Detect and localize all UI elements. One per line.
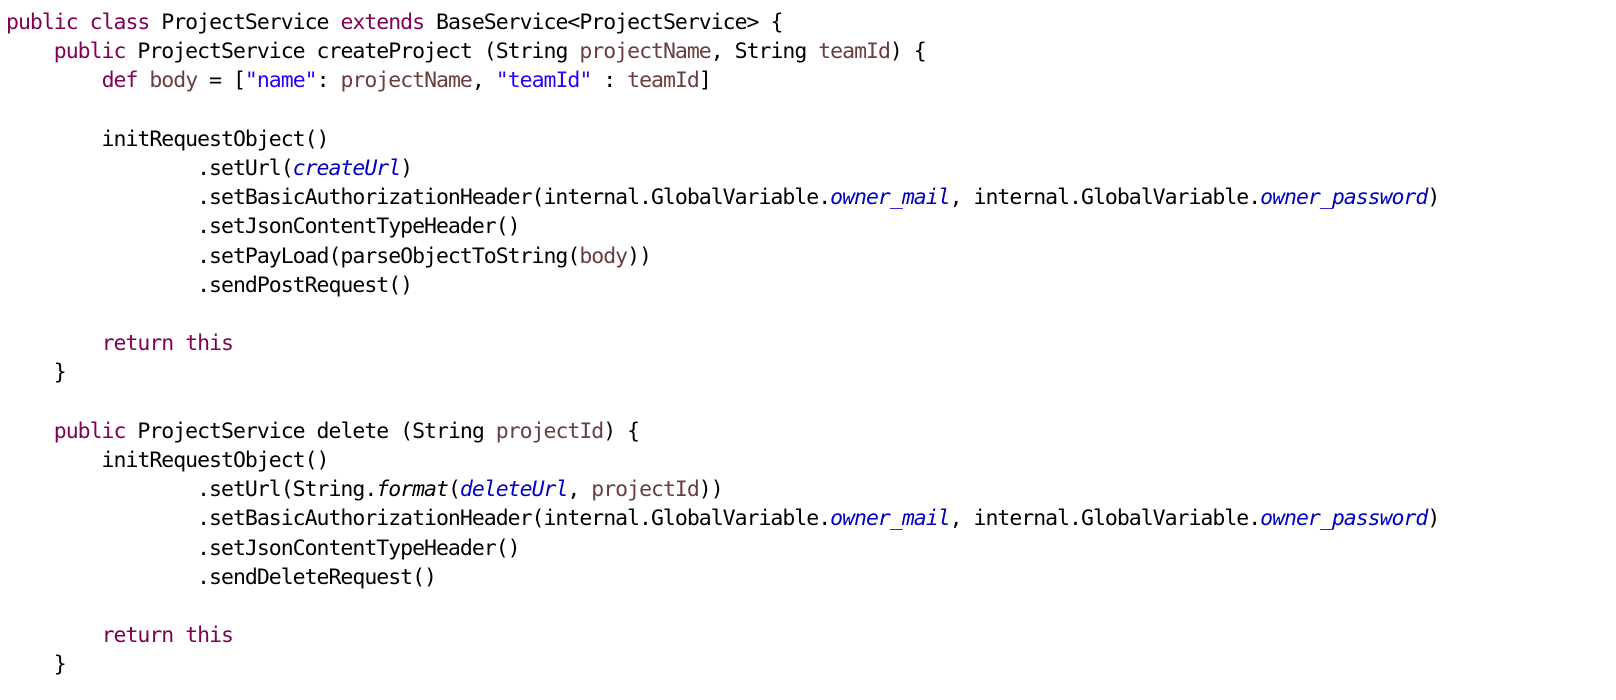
code-token-plain: :	[591, 68, 628, 94]
code-token-keyword: return	[101, 331, 175, 357]
code-line[interactable]: .setBasicAuthorizationHeader(internal.Gl…	[6, 183, 1440, 213]
code-token-variable: body	[579, 243, 628, 269]
code-line[interactable]: def body = ["name": projectName, "teamId…	[6, 66, 712, 96]
code-token-plain: }	[6, 360, 67, 386]
code-token-string: "teamId"	[495, 68, 593, 94]
code-line[interactable]: .setUrl(String.format(deleteUrl, project…	[6, 475, 724, 505]
code-token-plain: .setJsonContentTypeHeader()	[6, 535, 521, 561]
code-token-plain: .setJsonContentTypeHeader()	[6, 214, 521, 240]
code-line[interactable]: public class ProjectService extends Base…	[6, 8, 783, 38]
code-token-variable: projectName	[579, 39, 711, 65]
code-token-keyword: public	[53, 418, 127, 444]
code-token-plain: ) {	[889, 39, 927, 65]
code-token-variable: projectId	[495, 418, 604, 444]
code-token-plain: (	[447, 477, 461, 503]
code-token-plain: ) {	[603, 418, 640, 444]
code-token-keyword: def	[101, 68, 139, 94]
code-token-plain: initRequestObject()	[6, 126, 330, 152]
code-token-field: owner_mail	[830, 506, 950, 532]
code-token-field: owner_mail	[830, 185, 950, 211]
code-line[interactable]: .setJsonContentTypeHeader()	[6, 534, 521, 564]
code-line[interactable]: }	[6, 650, 67, 680]
code-token-keyword: extends	[340, 10, 425, 35]
code-token-field: owner_password	[1260, 506, 1428, 532]
code-token-plain: ,	[567, 477, 592, 503]
code-token-plain: .sendPostRequest()	[6, 272, 413, 298]
code-line[interactable]: .setUrl(createUrl)	[6, 154, 413, 184]
code-token-plain: , internal.GlobalVariable.	[949, 185, 1262, 211]
code-token-plain: ProjectService createProject (String	[125, 39, 580, 65]
code-editor[interactable]: public class ProjectService extends Base…	[0, 0, 1616, 700]
code-token-variable: teamId	[627, 68, 700, 94]
code-line[interactable]: public ProjectService delete (String pro…	[6, 417, 640, 447]
code-token-field: createUrl	[292, 156, 401, 181]
code-token-plain: .setBasicAuthorizationHeader(internal.Gl…	[6, 506, 831, 532]
code-token-plain: )	[1427, 185, 1440, 211]
code-token-keyword: this	[185, 331, 234, 357]
code-token-plain: :	[316, 68, 341, 94]
code-token-keyword: public class	[6, 10, 150, 35]
code-token-plain: )	[1427, 506, 1440, 532]
code-token-plain: .setPayLoad(parseObjectToString(	[6, 243, 580, 269]
code-token-field: owner_password	[1260, 185, 1428, 211]
code-token-keyword: public	[53, 39, 127, 65]
code-line[interactable]: .setJsonContentTypeHeader()	[6, 212, 521, 242]
code-token-keyword: return	[101, 623, 175, 649]
code-token-plain: BaseService<ProjectService> {	[424, 10, 783, 35]
code-token-plain: ProjectService	[149, 10, 341, 35]
code-line[interactable]: return this	[6, 621, 234, 651]
code-token-keyword: this	[185, 623, 234, 649]
code-token-variable: projectId	[591, 477, 699, 503]
code-line[interactable]: initRequestObject()	[6, 446, 330, 476]
code-token-plain: , internal.GlobalVariable.	[949, 506, 1262, 532]
code-token-plain: initRequestObject()	[6, 448, 330, 473]
code-token-string: "name"	[244, 68, 318, 94]
code-line[interactable]: public ProjectService createProject (Str…	[6, 37, 927, 67]
code-token-plain: .setUrl(String.	[6, 477, 377, 503]
code-token-plain: ,	[471, 68, 496, 94]
code-token-variable: body	[149, 68, 198, 94]
code-token-variable: teamId	[818, 39, 891, 65]
code-token-plain: .setBasicAuthorizationHeader(internal.Gl…	[6, 185, 831, 211]
code-token-plain: ]	[698, 68, 712, 94]
code-token-static: format	[376, 477, 449, 503]
code-line[interactable]: .sendDeleteRequest()	[6, 563, 437, 593]
code-line[interactable]: }	[6, 358, 67, 388]
code-token-field: deleteUrl	[459, 477, 568, 503]
code-line[interactable]: initRequestObject()	[6, 125, 330, 155]
code-token-plain: ))	[698, 477, 724, 503]
code-token-plain: ))	[627, 243, 652, 269]
code-token-plain: )	[400, 156, 413, 181]
code-token-plain: }	[6, 652, 67, 678]
code-token-plain: , String	[710, 39, 819, 65]
code-token-plain: = [	[197, 68, 246, 94]
code-line[interactable]: .sendPostRequest()	[6, 271, 413, 301]
code-line[interactable]: return this	[6, 329, 234, 359]
code-line[interactable]: .setBasicAuthorizationHeader(internal.Gl…	[6, 504, 1440, 534]
code-line[interactable]: .setPayLoad(parseObjectToString(body))	[6, 242, 652, 272]
code-token-variable: projectName	[340, 68, 472, 94]
code-token-plain: .sendDeleteRequest()	[6, 564, 437, 590]
code-token-plain: .setUrl(	[6, 156, 294, 181]
code-token-plain: ProjectService delete (String	[125, 418, 496, 444]
